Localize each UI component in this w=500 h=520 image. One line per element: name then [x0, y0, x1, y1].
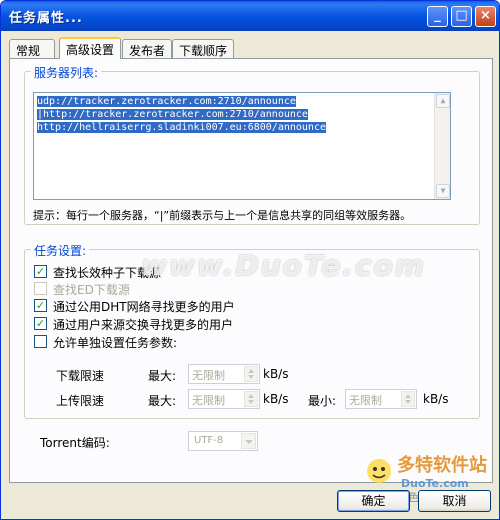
- upload-max-label: 最大:: [148, 394, 177, 408]
- chevron-down-icon: [241, 433, 256, 449]
- server-line: udp://tracker.zerotracker.com:2710/annou…: [37, 96, 296, 107]
- spinner-arrows-icon: [244, 366, 258, 382]
- upload-min-label: 最小:: [308, 394, 337, 408]
- task-settings-legend: 任务设置:: [31, 242, 90, 259]
- scroll-down-icon[interactable]: ▼: [436, 184, 450, 198]
- upload-unit-label: kB/s: [263, 392, 289, 406]
- upload-max-spinner: 无限制: [188, 389, 260, 409]
- properties-window: 任务属性... _ □ × 常规 高级设置 发布者 下载顺序 服务器列表: ud…: [0, 0, 500, 520]
- server-line: http://hellraiserrg.sladinki007.eu:6800/…: [37, 122, 326, 133]
- upload-limit-label: 上传限速: [56, 394, 105, 408]
- checkbox-box: [34, 282, 47, 295]
- checkbox-box[interactable]: [34, 335, 47, 348]
- scroll-up-icon[interactable]: ▲: [436, 94, 450, 108]
- tab-general[interactable]: 常规: [9, 39, 55, 58]
- tab-publisher[interactable]: 发布者: [122, 39, 172, 58]
- checkmark-icon[interactable]: ✓: [34, 265, 47, 278]
- torrent-encoding-label: Torrent编码:: [40, 436, 110, 450]
- checkmark-icon[interactable]: ✓: [34, 317, 47, 330]
- window-title: 任务属性...: [9, 11, 83, 26]
- server-list-group: 服务器列表: udp://tracker.zerotracker.com:271…: [24, 64, 480, 225]
- download-max-spinner: 无限制: [188, 364, 260, 384]
- ok-button[interactable]: 确定: [337, 490, 410, 512]
- tab-download-order[interactable]: 下载顺序: [172, 39, 234, 58]
- torrent-encoding-select: UTF-8: [188, 431, 258, 451]
- download-limit-label: 下载限速: [56, 369, 105, 383]
- server-list-textarea[interactable]: udp://tracker.zerotracker.com:2710/annou…: [33, 92, 451, 200]
- tab-advanced[interactable]: 高级设置: [59, 37, 121, 59]
- checkmark-icon[interactable]: ✓: [34, 299, 47, 312]
- vertical-scrollbar[interactable]: ▲ ▼: [434, 93, 450, 199]
- minimize-button[interactable]: _: [427, 6, 448, 27]
- upload-min-unit-label: kB/s: [423, 392, 449, 406]
- download-unit-label: kB/s: [263, 367, 289, 381]
- advanced-settings-panel: 服务器列表: udp://tracker.zerotracker.com:271…: [9, 58, 493, 483]
- upload-min-spinner: 无限制: [345, 389, 417, 409]
- close-button[interactable]: ×: [475, 6, 496, 27]
- download-max-label: 最大:: [148, 369, 177, 383]
- server-line: |http://tracker.zerotracker.com:2710/ann…: [37, 109, 308, 120]
- maximize-button[interactable]: □: [451, 6, 472, 27]
- server-list-legend: 服务器列表:: [31, 64, 102, 81]
- cancel-button[interactable]: 取消: [418, 490, 491, 512]
- spinner-arrows-icon: [244, 391, 258, 407]
- server-hint-text: 提示：每行一个服务器，“|”前缀表示与上一个是信息共享的同组等效服务器。: [33, 209, 412, 222]
- title-bar[interactable]: 任务属性... _ □ ×: [1, 1, 499, 31]
- spinner-arrows-icon: [401, 391, 415, 407]
